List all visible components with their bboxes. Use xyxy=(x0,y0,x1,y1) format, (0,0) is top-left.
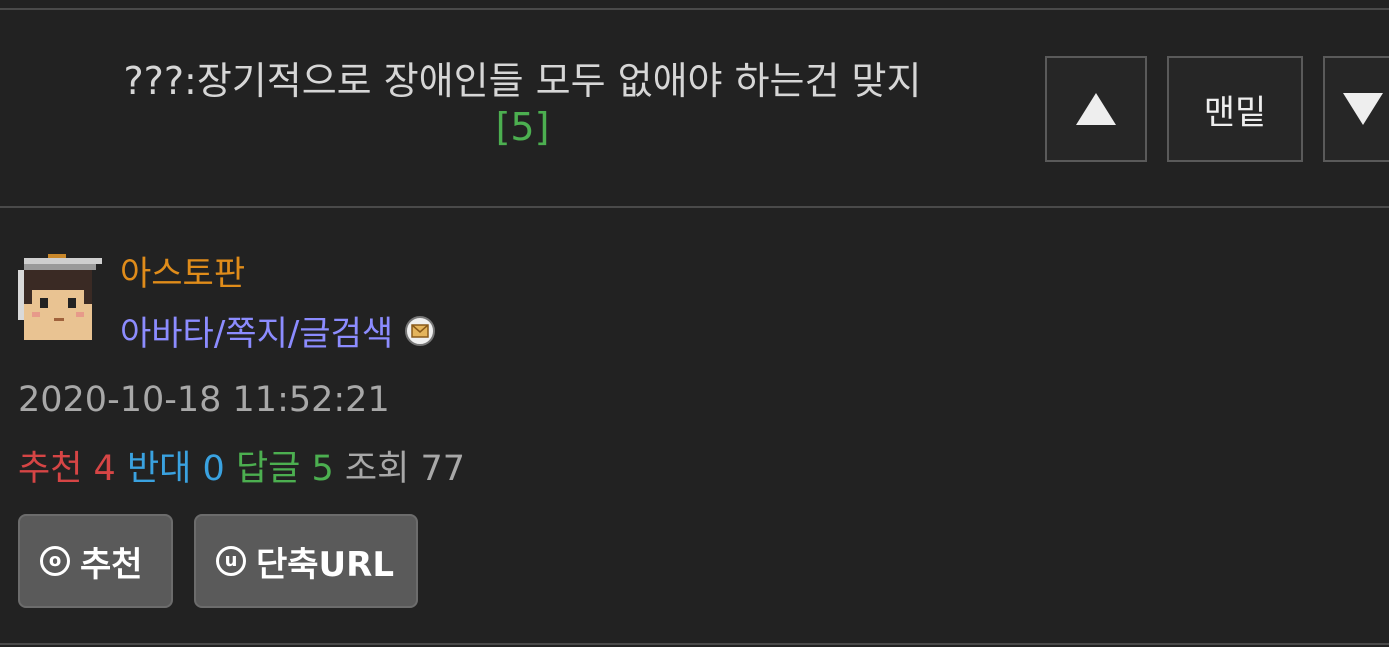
views-count: 77 xyxy=(420,449,465,489)
short-url-circle-icon: u xyxy=(216,546,246,576)
section-divider xyxy=(0,206,1389,208)
envelope-icon[interactable] xyxy=(405,315,436,346)
recommend-button-label: 추천 xyxy=(80,544,143,585)
triangle-up-icon xyxy=(1076,93,1116,125)
short-url-button-label: 단축URL xyxy=(256,544,395,585)
scroll-bottom-label: 맨밑 xyxy=(1203,92,1267,133)
author-links-text[interactable]: 아바타/쪽지/글검색 xyxy=(120,306,393,355)
scroll-down-button[interactable] xyxy=(1323,56,1389,162)
recommend-circle-icon: o xyxy=(40,546,70,576)
post-stats: 추천 4 반대 0 답글 5 조회 77 xyxy=(18,440,465,491)
views-label: 조회 xyxy=(344,449,410,489)
oppose-count: 0 xyxy=(202,449,225,489)
post-date: 2020-10-18 11:52:21 xyxy=(18,380,390,420)
triangle-down-icon xyxy=(1343,93,1383,125)
recommend-button[interactable]: o 추천 xyxy=(18,514,173,608)
post-title-text: ???:장기적으로 장애인들 모두 없애야 하는건 맞지 xyxy=(123,59,922,103)
author-links: 아바타/쪽지/글검색 xyxy=(120,306,436,355)
recommend-count: 4 xyxy=(93,449,116,489)
bottom-divider xyxy=(0,643,1389,645)
scroll-up-button[interactable] xyxy=(1045,56,1147,162)
avatar[interactable] xyxy=(18,254,102,340)
oppose-label: 반대 xyxy=(126,449,192,489)
recommend-label: 추천 xyxy=(18,449,83,489)
short-url-button[interactable]: u 단축URL xyxy=(194,514,418,608)
comment-count[interactable]: [5] xyxy=(496,105,550,149)
scroll-bottom-button[interactable]: 맨밑 xyxy=(1167,56,1303,162)
post-title: ???:장기적으로 장애인들 모두 없애야 하는건 맞지 [5] xyxy=(30,58,1015,150)
reply-count: 5 xyxy=(311,449,334,489)
top-divider xyxy=(0,8,1389,10)
reply-label: 답글 xyxy=(235,449,301,489)
author-nickname[interactable]: 아스토판 xyxy=(120,246,245,295)
